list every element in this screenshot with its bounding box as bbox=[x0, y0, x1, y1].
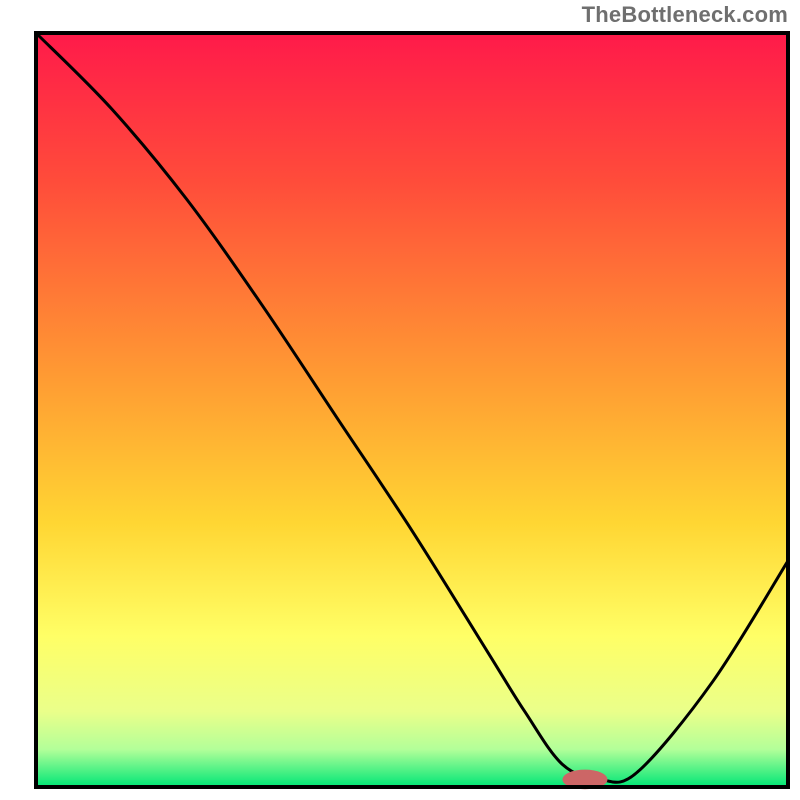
plot-background bbox=[36, 33, 788, 787]
bottleneck-chart bbox=[0, 0, 800, 800]
chart-container: TheBottleneck.com bbox=[0, 0, 800, 800]
